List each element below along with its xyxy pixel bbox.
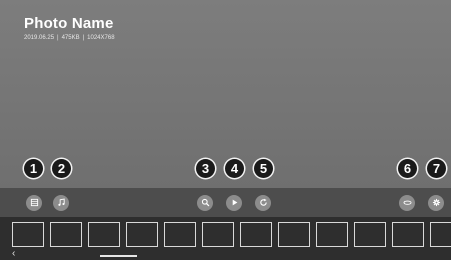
callout-2: 2 [52, 159, 71, 178]
thumbnail[interactable] [278, 222, 310, 247]
play-button[interactable] [226, 195, 242, 211]
photo-size: 475KB [61, 35, 80, 41]
list-button[interactable] [26, 195, 42, 211]
list-icon [30, 194, 39, 212]
settings-icon [432, 194, 441, 212]
info-separator: | [57, 35, 59, 41]
photo-viewer-area: Photo Name 2019.06.25 | 475KB | 1024X768 [0, 0, 451, 188]
prev-arrow-icon[interactable]: ‹ [12, 248, 15, 259]
thumbnail[interactable] [88, 222, 120, 247]
thumbnail[interactable] [50, 222, 82, 247]
thumbnail[interactable] [430, 222, 451, 247]
play-icon [230, 194, 239, 212]
photo-date: 2019.06.25 [24, 35, 55, 41]
callout-5: 5 [254, 159, 273, 178]
thumbnail[interactable] [164, 222, 196, 247]
thumbnail[interactable] [392, 222, 424, 247]
zoom-icon [201, 194, 210, 212]
thumbnail[interactable] [12, 222, 44, 247]
thumbnail[interactable] [354, 222, 386, 247]
thumbnail[interactable] [126, 222, 158, 247]
music-note-icon [57, 194, 66, 212]
thumbnail[interactable] [240, 222, 272, 247]
rotate-button[interactable] [255, 195, 271, 211]
rotate-icon [259, 194, 268, 212]
360-vr-icon [402, 194, 412, 212]
settings-button[interactable] [428, 195, 444, 211]
scroll-indicator [100, 255, 137, 257]
photo-resolution: 1024X768 [87, 35, 115, 41]
zoom-button[interactable] [197, 195, 213, 211]
callout-3: 3 [196, 159, 215, 178]
callout-6: 6 [398, 159, 417, 178]
info-separator: | [82, 35, 85, 41]
callout-4: 4 [225, 159, 244, 178]
thumbnail[interactable] [202, 222, 234, 247]
thumbnail[interactable] [316, 222, 348, 247]
photo-info: 2019.06.25 | 475KB | 1024X768 [24, 35, 115, 41]
callout-1: 1 [24, 159, 43, 178]
callout-7: 7 [427, 159, 446, 178]
vr-360-button[interactable] [399, 195, 415, 211]
music-button[interactable] [53, 195, 69, 211]
photo-title: Photo Name [24, 15, 114, 32]
